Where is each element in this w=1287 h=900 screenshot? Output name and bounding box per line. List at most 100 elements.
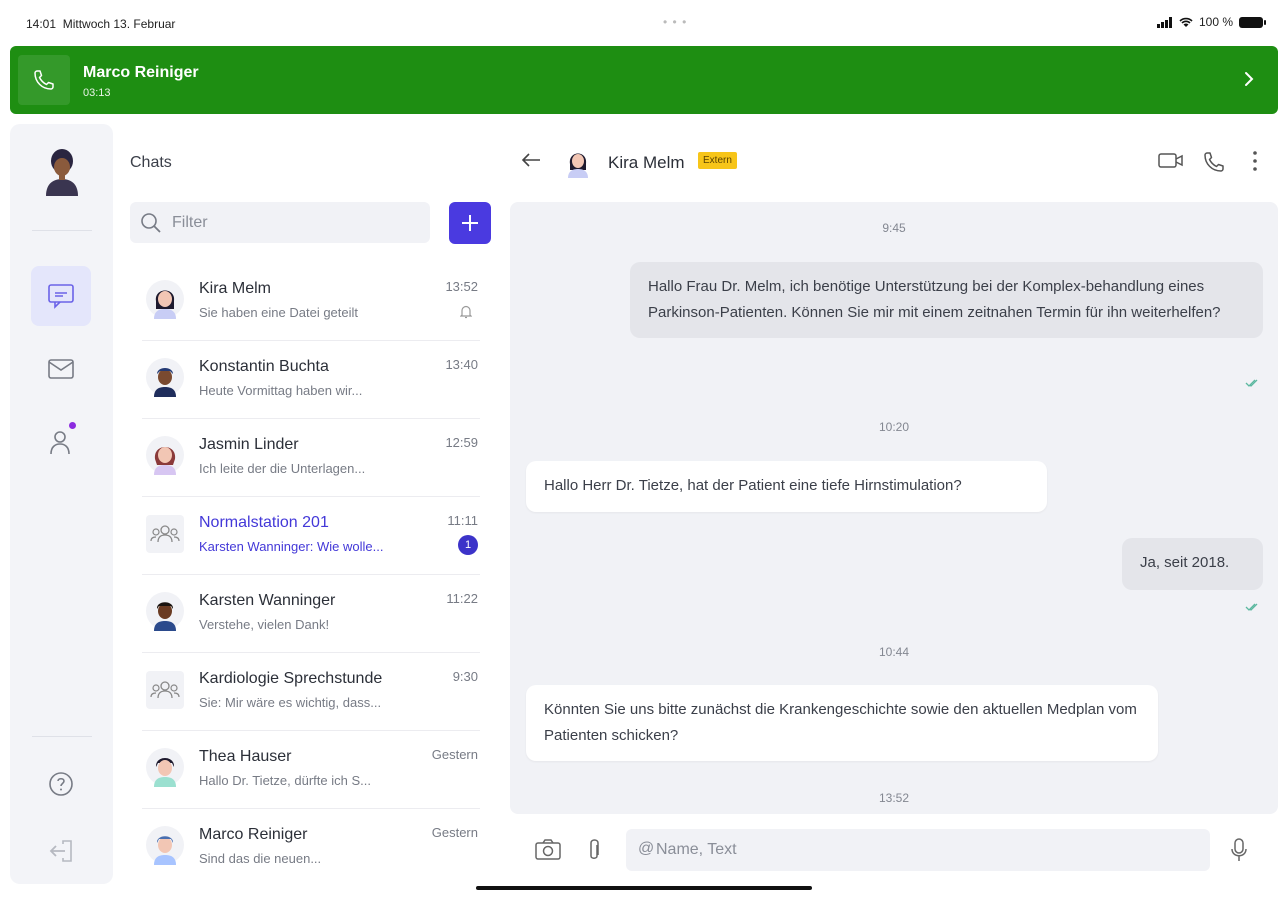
nav-mail[interactable] <box>31 339 91 399</box>
chat-preview: Hallo Dr. Tietze, dürfte ich S... <box>199 773 371 788</box>
call-contact-name: Marco Reiniger <box>83 64 199 81</box>
unread-badge: 1 <box>458 535 478 555</box>
incoming-message[interactable]: Hallo Herr Dr. Tietze, hat der Patient e… <box>526 461 1047 512</box>
group-icon <box>146 515 184 553</box>
chat-preview: Sind das die neuen... <box>199 851 322 866</box>
nav-help[interactable] <box>31 754 91 814</box>
chat-name: Kira Melm <box>199 280 272 297</box>
read-check-icon <box>1245 603 1258 611</box>
rail-divider <box>32 230 92 231</box>
plus-icon <box>462 215 478 231</box>
notification-dot <box>69 422 76 429</box>
chat-list-item[interactable]: Marco Reiniger Sind das die neuen... Ges… <box>142 809 480 887</box>
contacts-icon <box>50 431 70 455</box>
chat-name: Konstantin Buchta <box>199 358 329 375</box>
conversation-header: Kira Melm Extern <box>510 124 1278 200</box>
chat-preview: Ich leite der die Unterlagen... <box>199 461 366 476</box>
extern-tag: Extern <box>698 152 737 169</box>
outgoing-message[interactable]: Hallo Frau Dr. Melm, ich benötige Unters… <box>630 262 1263 338</box>
outgoing-message[interactable]: Ja, seit 2018. <box>1122 538 1263 590</box>
camera-icon[interactable] <box>535 838 561 860</box>
chat-preview: Sie haben eine Datei geteilt <box>199 305 359 320</box>
chat-list-item[interactable]: Jasmin Linder Ich leite der die Unterlag… <box>142 419 480 497</box>
chat-icon <box>48 284 74 309</box>
message-timestamp: 13:52 <box>878 791 910 805</box>
conversation-contact-name: Kira Melm <box>608 153 685 172</box>
message-timestamp: 9:45 <box>882 221 906 235</box>
chat-time: Gestern <box>431 747 478 762</box>
chat-preview: Karsten Wanninger: Wie wolle... <box>199 539 384 554</box>
home-indicator[interactable] <box>476 886 812 890</box>
avatar <box>146 748 184 787</box>
message-thread[interactable]: 9:45 Hallo Frau Dr. Melm, ich benötige U… <box>510 202 1278 814</box>
more-options-icon[interactable] <box>1252 150 1258 172</box>
new-chat-button[interactable] <box>449 202 491 244</box>
phone-icon[interactable] <box>1202 150 1226 174</box>
video-call-icon[interactable] <box>1158 150 1184 170</box>
chevron-right-icon <box>1245 72 1254 86</box>
mention-symbol: @ <box>638 840 655 857</box>
chat-name: Kardiologie Sprechstunde <box>199 670 383 687</box>
search-icon <box>141 213 161 233</box>
chat-time: 12:59 <box>445 435 478 450</box>
message-input-field[interactable]: @ <box>626 829 1210 871</box>
read-check-icon <box>1245 379 1258 387</box>
chat-name: Normalstation 201 <box>199 514 329 531</box>
nav-chats[interactable] <box>31 266 91 326</box>
logout-icon <box>49 840 72 862</box>
chat-name: Karsten Wanninger <box>199 592 336 609</box>
nav-logout[interactable] <box>31 821 91 881</box>
status-time: 14:01 Mittwoch 13. Februar <box>26 17 176 31</box>
battery-percentage: 100 % <box>1198 15 1233 29</box>
microphone-icon[interactable] <box>1230 838 1248 862</box>
chat-list-item[interactable]: Thea Hauser Hallo Dr. Tietze, dürfte ich… <box>142 731 480 809</box>
chat-time: 11:11 <box>447 513 478 528</box>
status-bar: 14:01 Mittwoch 13. Februar • • • 100 % <box>0 0 1287 46</box>
avatar <box>146 592 184 631</box>
active-call-banner[interactable]: Marco Reiniger 03:13 <box>10 46 1278 114</box>
filter-field[interactable] <box>130 202 430 243</box>
chat-name: Thea Hauser <box>199 748 292 765</box>
chat-list-item[interactable]: Kira Melm Sie haben eine Datei geteilt 1… <box>142 263 480 341</box>
chat-preview: Sie: Mir wäre es wichtig, dass... <box>199 695 382 710</box>
avatar[interactable] <box>564 146 592 178</box>
chat-time: 13:40 <box>445 357 478 372</box>
battery-icon <box>1239 16 1266 28</box>
mail-icon <box>48 359 74 379</box>
navigation-rail <box>10 124 113 884</box>
message-timestamp: 10:44 <box>878 645 910 659</box>
chat-time: Gestern <box>431 825 478 840</box>
chats-title: Chats <box>130 154 172 171</box>
chat-name: Jasmin Linder <box>199 436 299 453</box>
rail-divider <box>32 736 92 737</box>
help-icon <box>49 772 73 796</box>
back-arrow-icon[interactable] <box>520 152 542 168</box>
chat-list-item[interactable]: Konstantin Buchta Heute Vormittag haben … <box>142 341 480 419</box>
nav-contacts[interactable] <box>31 412 91 472</box>
signal-icon <box>1156 16 1172 28</box>
chat-list: Kira Melm Sie haben eine Datei geteilt 1… <box>142 263 480 887</box>
group-icon <box>146 671 184 709</box>
incoming-message[interactable]: Könnten Sie uns bitte zunächst die Krank… <box>526 685 1158 761</box>
chat-time: 9:30 <box>452 669 478 684</box>
chat-preview: Verstehe, vielen Dank! <box>199 617 330 632</box>
chat-time: 11:22 <box>446 591 478 606</box>
phone-icon <box>18 55 70 105</box>
avatar <box>146 358 184 397</box>
chat-list-item[interactable]: Karsten Wanninger Verstehe, vielen Dank!… <box>142 575 480 653</box>
wifi-icon <box>1179 17 1193 27</box>
attachment-icon[interactable] <box>587 838 601 862</box>
avatar <box>146 436 184 475</box>
message-timestamp: 10:20 <box>878 420 910 434</box>
chat-list-item[interactable]: Kardiologie Sprechstunde Sie: Mir wäre e… <box>142 653 480 731</box>
avatar <box>146 280 184 319</box>
multitasking-dots[interactable]: • • • <box>663 15 687 29</box>
filter-input[interactable] <box>172 202 422 243</box>
message-input[interactable] <box>656 829 1196 871</box>
chat-name: Marco Reiniger <box>199 826 308 843</box>
chat-preview: Heute Vormittag haben wir... <box>199 383 363 398</box>
user-avatar[interactable] <box>40 146 84 196</box>
muted-bell-icon <box>460 305 472 319</box>
chat-list-item[interactable]: Normalstation 201 Karsten Wanninger: Wie… <box>142 497 480 575</box>
call-duration: 03:13 <box>83 87 111 99</box>
